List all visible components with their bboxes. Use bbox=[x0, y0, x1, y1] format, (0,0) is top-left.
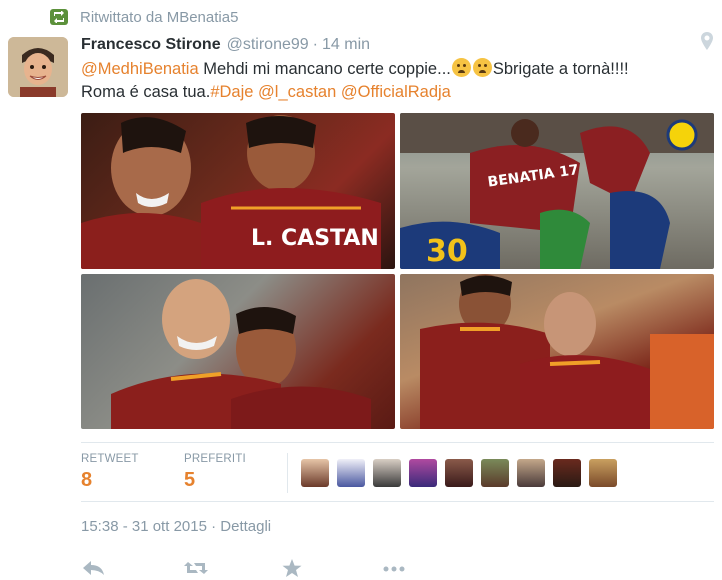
details-link[interactable]: Dettagli bbox=[220, 518, 271, 535]
jersey-text: L. CASTAN bbox=[251, 226, 379, 251]
tweet-timestamp: 15:38 - 31 ott 2015 · Dettagli bbox=[81, 518, 271, 535]
engager-avatar[interactable] bbox=[373, 459, 401, 487]
favorites-count: 5 bbox=[184, 469, 196, 491]
engager-avatars bbox=[301, 459, 625, 487]
engager-avatar[interactable] bbox=[481, 459, 509, 487]
engager-avatar[interactable] bbox=[445, 459, 473, 487]
engager-avatar[interactable] bbox=[517, 459, 545, 487]
avatar[interactable] bbox=[8, 37, 68, 97]
hashtag-link[interactable]: #Daje bbox=[210, 83, 253, 101]
media-grid: L. CASTAN BENATIA 17 30 bbox=[81, 113, 714, 429]
author-fullname[interactable]: Francesco Stirone bbox=[81, 36, 221, 54]
engager-avatar[interactable] bbox=[337, 459, 365, 487]
engager-avatar[interactable] bbox=[409, 459, 437, 487]
retweet-context[interactable]: Ritwittato da MBenatia5 bbox=[50, 7, 238, 27]
favorites-label: PREFERITI bbox=[184, 453, 246, 465]
photo-4[interactable] bbox=[400, 274, 714, 429]
location-pin-icon[interactable] bbox=[700, 32, 714, 50]
retweets-label: RETWEET bbox=[81, 453, 139, 465]
favorites-stat[interactable]: PREFERITI 5 bbox=[184, 453, 246, 492]
tweet-text-part: Mehdi mi mancano certe coppie... bbox=[198, 60, 451, 78]
tweet-actions bbox=[81, 556, 441, 580]
reply-icon[interactable] bbox=[81, 558, 107, 578]
tweet-text-part: Roma é casa tua. bbox=[81, 83, 211, 101]
retweets-count: 8 bbox=[81, 469, 93, 491]
mention-link[interactable]: @OfficialRadja bbox=[341, 83, 451, 101]
photo-1[interactable]: L. CASTAN bbox=[81, 113, 395, 269]
stats-divider bbox=[287, 453, 288, 493]
retweet-context-icon bbox=[50, 9, 68, 25]
header-separator: · bbox=[312, 36, 318, 53]
tweet-stats: RETWEET 8 PREFERITI 5 bbox=[81, 442, 714, 502]
tweet-time[interactable]: 14 min bbox=[322, 36, 370, 54]
timestamp-datetime[interactable]: 15:38 - 31 ott 2015 bbox=[81, 518, 207, 535]
retweet-icon[interactable] bbox=[183, 558, 209, 578]
mention-link[interactable]: @MedhiBenatia bbox=[81, 60, 199, 78]
retweet-context-text: Ritwittato da MBenatia5 bbox=[80, 8, 239, 26]
author-username[interactable]: @stirone99 bbox=[227, 36, 309, 54]
crying-face-icon bbox=[451, 58, 471, 77]
timestamp-separator: · bbox=[211, 518, 217, 535]
engager-avatar[interactable] bbox=[301, 459, 329, 487]
more-icon[interactable] bbox=[381, 558, 407, 578]
tweet-text-part: Sbrigate a tornà!!!! bbox=[492, 60, 629, 78]
retweets-stat[interactable]: RETWEET 8 bbox=[81, 453, 139, 492]
engager-avatar[interactable] bbox=[553, 459, 581, 487]
weary-face-icon bbox=[472, 58, 492, 77]
tweet-text: @MedhiBenatia Mehdi mi mancano certe cop… bbox=[81, 58, 701, 104]
mention-link[interactable]: @l_castan bbox=[258, 83, 336, 101]
svg-text:30: 30 bbox=[426, 234, 468, 269]
photo-3[interactable] bbox=[81, 274, 395, 429]
photo-2[interactable]: BENATIA 17 30 bbox=[400, 113, 714, 269]
tweet-header: Francesco Stirone @stirone99 · 14 min bbox=[81, 36, 370, 54]
favorite-star-icon[interactable] bbox=[279, 558, 305, 578]
engager-avatar[interactable] bbox=[589, 459, 617, 487]
